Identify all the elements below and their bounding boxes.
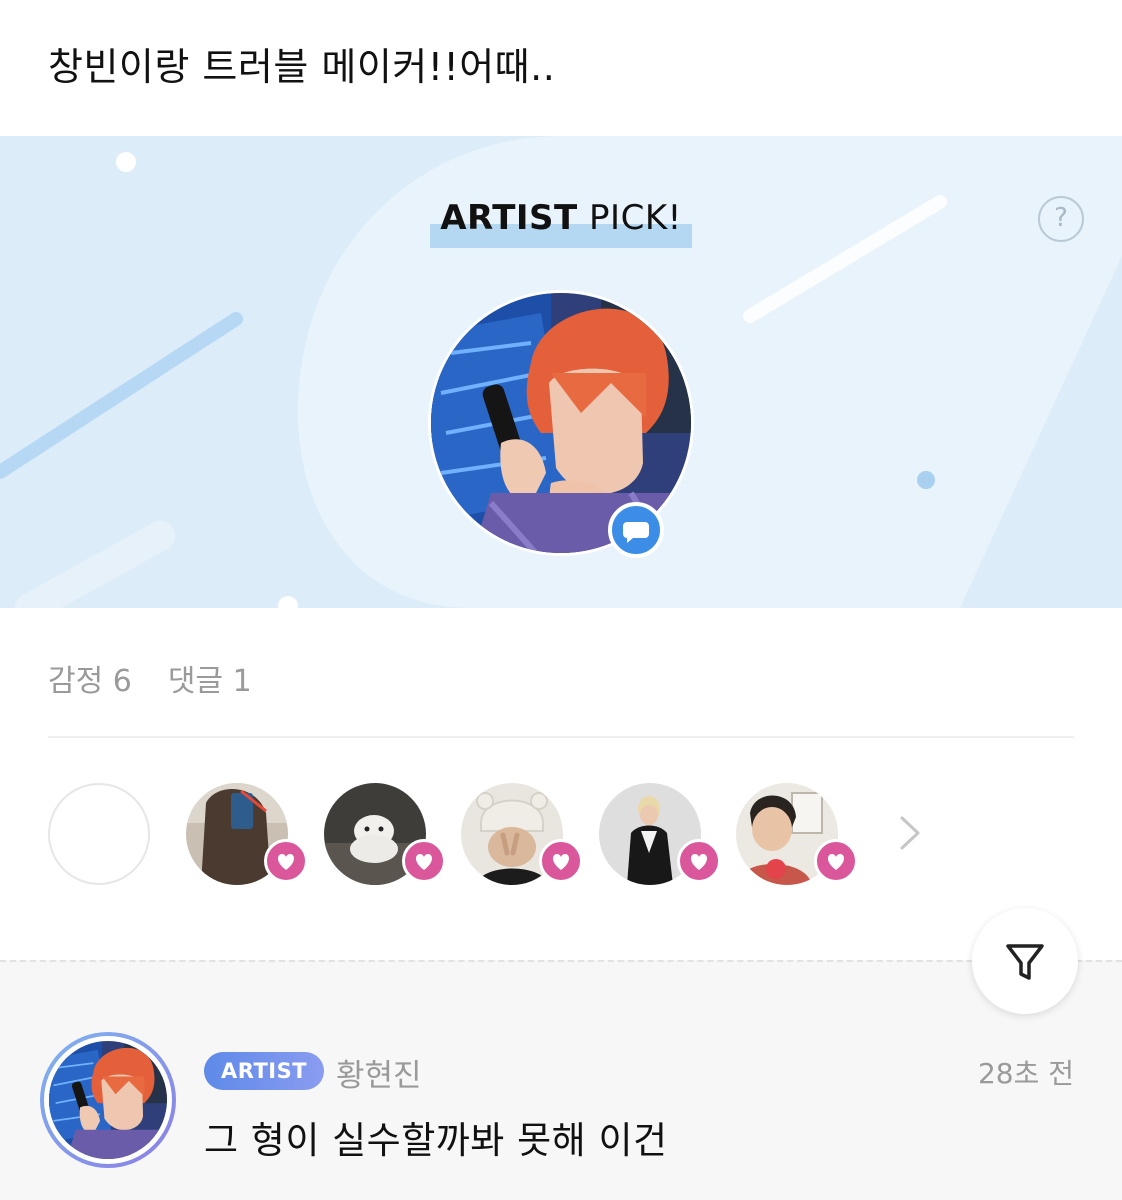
reactor-avatar[interactable] [324,783,446,885]
artist-pick-title: ARTIST PICK! [0,198,1122,248]
artist-pick-title-bold: ARTIST [440,198,578,238]
heart-icon [539,839,583,883]
artist-pick-banner: ARTIST PICK! ? [0,136,1122,608]
post-text: 창빈이랑 트러블 메이커!!어때.. [48,45,556,89]
artist-badge: ARTIST [204,1052,325,1090]
heart-icon [264,839,308,883]
heart-icon [814,839,858,883]
reactor-avatar[interactable] [461,783,583,885]
help-icon[interactable]: ? [1038,196,1084,242]
emotion-count[interactable]: 감정 6 [48,664,132,699]
reactor-avatar[interactable] [186,783,308,885]
reactor-avatar[interactable] [599,783,721,885]
filter-button[interactable] [972,908,1078,1014]
chevron-right-icon[interactable] [890,808,930,858]
comment-timestamp: 28초 전 [977,1057,1074,1090]
heart-icon [402,839,446,883]
empty-avatar-slot [48,783,150,885]
comment-author-name[interactable]: 황현진 [336,1050,422,1095]
reaction-stats: 감정 6 댓글 1 [48,656,288,700]
comment-author-avatar[interactable] [40,1032,176,1168]
filter-funnel-icon [1006,944,1044,980]
dashed-divider [0,960,1122,962]
reactor-avatar[interactable] [736,783,858,885]
comment-text: 그 형이 실수할까봐 못해 이건 [204,1119,668,1162]
divider [48,736,1074,738]
chat-bubble-icon [608,502,664,558]
post-page: 창빈이랑 트러블 메이커!!어때.. ARTIST PICK! ? 감정 6 댓… [0,0,1122,1200]
comment-count[interactable]: 댓글 1 [168,664,252,699]
heart-icon [677,839,721,883]
avatar [49,1041,167,1159]
artist-pick-title-rest: PICK! [577,198,682,238]
